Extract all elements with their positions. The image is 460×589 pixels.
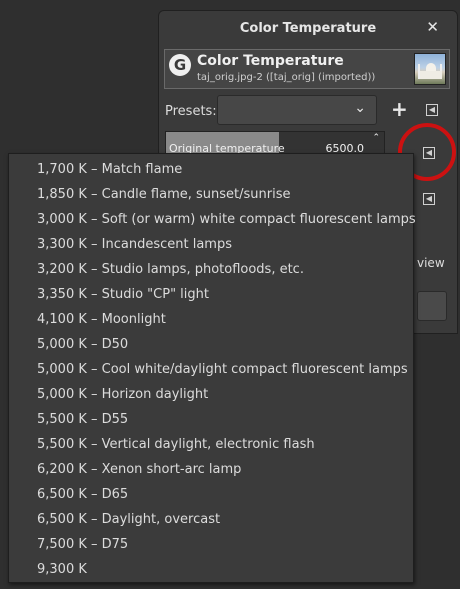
dialog-titlebar[interactable]: Color Temperature ✕ <box>159 11 457 47</box>
temperature-presets-menu: 1,700 K – Match flame 1,850 K – Candle fl… <box>8 153 416 583</box>
menu-item[interactable]: 6,200 K – Xenon short-arc lamp <box>37 462 241 477</box>
dialog-header: G Color Temperature taj_orig.jpg-2 ([taj… <box>164 49 450 89</box>
menu-item[interactable]: 4,100 K – Moonlight <box>37 312 166 327</box>
spin-up-icon[interactable]: ⌃ <box>372 133 380 143</box>
menu-item[interactable]: 7,500 K – D75 <box>37 537 128 552</box>
menu-item[interactable]: 5,000 K – Cool white/daylight compact fl… <box>37 362 408 377</box>
menu-item[interactable]: 5,000 K – D50 <box>37 337 128 352</box>
close-icon[interactable]: ✕ <box>426 18 439 36</box>
menu-item[interactable]: 3,350 K – Studio "CP" light <box>37 287 209 302</box>
presets-label: Presets: <box>165 104 217 119</box>
header-title: Color Temperature <box>197 53 344 69</box>
menu-item[interactable]: 9,300 K <box>37 562 87 577</box>
dialog-title: Color Temperature <box>239 21 377 36</box>
preset-menu-icon[interactable]: ◀ <box>426 104 438 116</box>
presets-combo[interactable]: ⌄ <box>217 95 377 125</box>
menu-item[interactable]: 5,500 K – Vertical daylight, electronic … <box>37 437 315 452</box>
chevron-down-icon: ⌄ <box>354 100 366 116</box>
menu-item[interactable]: 1,850 K – Candle flame, sunset/sunrise <box>37 187 290 202</box>
gimp-logo-icon: G <box>169 54 191 76</box>
header-subtitle: taj_orig.jpg-2 ([taj_orig] (imported)) <box>197 72 376 83</box>
preview-checkbox-label[interactable]: view <box>417 256 445 270</box>
add-preset-button[interactable]: + <box>391 99 408 119</box>
intended-temperature-menu-icon[interactable]: ◀ <box>423 193 435 205</box>
menu-item[interactable]: 6,500 K – D65 <box>37 487 128 502</box>
menu-item[interactable]: 3,000 K – Soft (or warm) white compact f… <box>37 212 416 227</box>
dialog-button[interactable] <box>417 291 447 321</box>
original-temperature-spinscale[interactable]: Original temperature 6500.0 ⌃ <box>165 131 385 155</box>
menu-item[interactable]: 5,500 K – D55 <box>37 412 128 427</box>
menu-item[interactable]: 6,500 K – Daylight, overcast <box>37 512 220 527</box>
menu-item[interactable]: 1,700 K – Match flame <box>37 162 182 177</box>
menu-item[interactable]: 3,200 K – Studio lamps, photofloods, etc… <box>37 262 304 277</box>
menu-item[interactable]: 3,300 K – Incandescent lamps <box>37 237 232 252</box>
image-thumbnail <box>414 53 446 85</box>
menu-item[interactable]: 5,000 K – Horizon daylight <box>37 387 208 402</box>
